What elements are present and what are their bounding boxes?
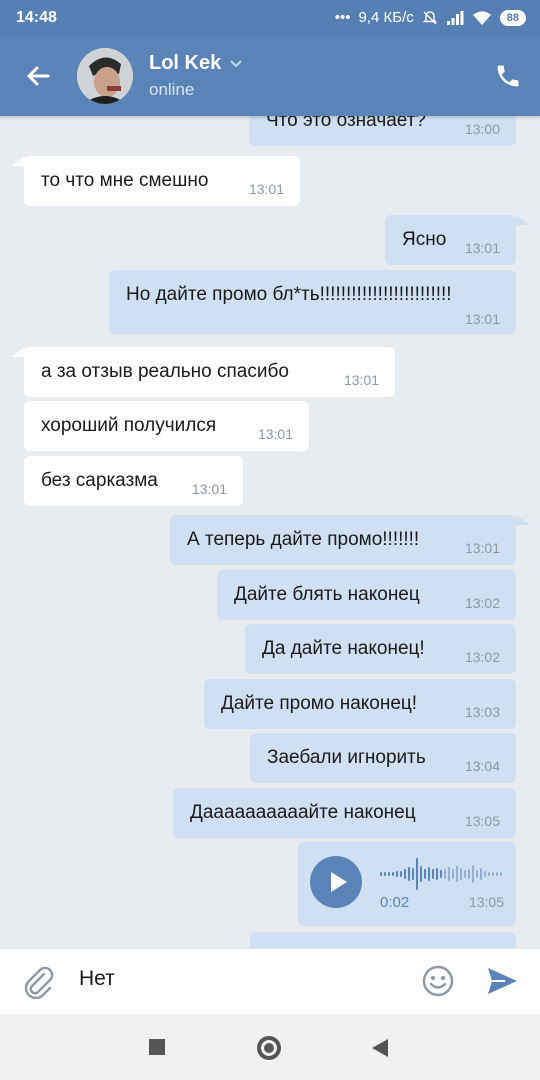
message-time: 13:05	[468, 894, 504, 910]
contact-name[interactable]: Lol Kek	[149, 52, 221, 75]
message-text: Заебали игнорить	[267, 747, 426, 768]
message-outgoing[interactable]: Дайте промо наконец! 13:03	[204, 679, 516, 729]
status-bar: 14:48 ••• 9,4 КБ/с 88	[0, 0, 540, 36]
message-text: Ясно	[402, 229, 447, 250]
message-time: 13:00	[464, 121, 500, 137]
home-button[interactable]	[257, 1036, 281, 1060]
message-time: 13:01	[191, 481, 227, 497]
bubble-tail	[11, 347, 25, 357]
system-nav-bar	[0, 1014, 540, 1080]
system-back-button[interactable]	[372, 1039, 388, 1057]
bubble-tail	[11, 156, 25, 166]
message-outgoing-partial[interactable]	[250, 932, 516, 948]
message-time: 13:01	[464, 240, 500, 256]
message-outgoing[interactable]: Даааааааааайте наконец 13:05	[173, 788, 516, 838]
message-text: А теперь дайте промо!!!!!!!	[187, 529, 420, 550]
message-text: Дайте блять наконец	[234, 584, 420, 605]
chat-header: Lol Kek online	[0, 36, 540, 116]
message-time: 13:03	[464, 704, 500, 720]
message-text: Что это означает?	[266, 116, 426, 131]
signal-icon	[446, 10, 464, 25]
message-text: хороший получился	[41, 415, 217, 436]
message-time: 13:01	[464, 540, 500, 556]
message-time: 13:01	[248, 181, 284, 197]
status-time: 14:48	[16, 9, 57, 26]
play-button[interactable]	[310, 856, 362, 908]
message-outgoing[interactable]: Дайте блять наконец 13:02	[217, 570, 516, 620]
message-outgoing[interactable]: Ясно 13:01	[385, 215, 516, 265]
message-incoming[interactable]: без сарказма 13:01	[24, 456, 243, 506]
message-incoming[interactable]: то что мне смешно 13:01	[24, 156, 300, 206]
message-text: Дайте промо наконец!	[221, 693, 418, 714]
message-text: Даааааааааайте наконец	[190, 802, 416, 823]
message-outgoing[interactable]: Да дайте наконец! 13:02	[245, 624, 516, 674]
composer	[0, 948, 540, 1014]
message-incoming[interactable]: а за отзыв реально спасибо 13:01	[24, 347, 395, 397]
mute-bell-icon	[422, 10, 437, 24]
message-time: 13:02	[464, 595, 500, 611]
chevron-down-icon[interactable]	[229, 58, 243, 68]
message-outgoing[interactable]: Но дайте промо бл*ть!!!!!!!!!!!!!!!!!!!!…	[109, 270, 516, 334]
message-outgoing[interactable]: Заебали игнорить 13:04	[250, 733, 516, 783]
network-speed: 9,4 КБ/с	[358, 9, 414, 26]
message-time: 13:05	[464, 813, 500, 829]
contact-status: online	[149, 80, 195, 99]
more-dots-icon: •••	[334, 9, 351, 26]
message-outgoing[interactable]: А теперь дайте промо!!!!!!! 13:01	[170, 515, 516, 565]
avatar[interactable]	[77, 48, 133, 104]
smiley-icon[interactable]	[421, 964, 455, 998]
message-incoming[interactable]: хороший получился 13:01	[24, 401, 309, 451]
message-time: 13:04	[464, 758, 500, 774]
message-text: без сарказма	[41, 470, 158, 491]
wifi-icon	[472, 10, 491, 25]
voice-message[interactable]: 0:02 13:05	[298, 842, 516, 926]
message-text: Да дайте наконец!	[262, 638, 425, 659]
status-icons: ••• 9,4 КБ/с 88	[335, 9, 526, 26]
recents-button[interactable]	[149, 1039, 165, 1055]
voice-duration: 0:02	[380, 894, 410, 911]
message-time: 13:01	[343, 372, 379, 388]
message-text: то что мне смешно	[41, 170, 209, 191]
send-icon[interactable]	[485, 964, 519, 998]
phone-icon[interactable]	[494, 62, 522, 90]
paperclip-icon[interactable]	[22, 965, 56, 999]
message-time: 13:01	[464, 311, 500, 327]
back-arrow-icon[interactable]	[22, 60, 54, 92]
message-input[interactable]	[79, 967, 399, 991]
message-time: 13:01	[257, 426, 293, 442]
message-outgoing[interactable]: Что это означает? 13:00	[249, 116, 516, 146]
message-time: 13:02	[464, 649, 500, 665]
battery-indicator: 88	[499, 9, 526, 26]
message-text: Но дайте промо бл*ть!!!!!!!!!!!!!!!!!!!!…	[126, 284, 452, 305]
bubble-tail	[516, 215, 530, 225]
message-text: а за отзыв реально спасибо	[41, 361, 289, 382]
waveform-icon	[380, 858, 502, 890]
bubble-tail	[516, 515, 530, 525]
message-list[interactable]: Что это означает? 13:00 то что мне смешн…	[0, 116, 540, 948]
